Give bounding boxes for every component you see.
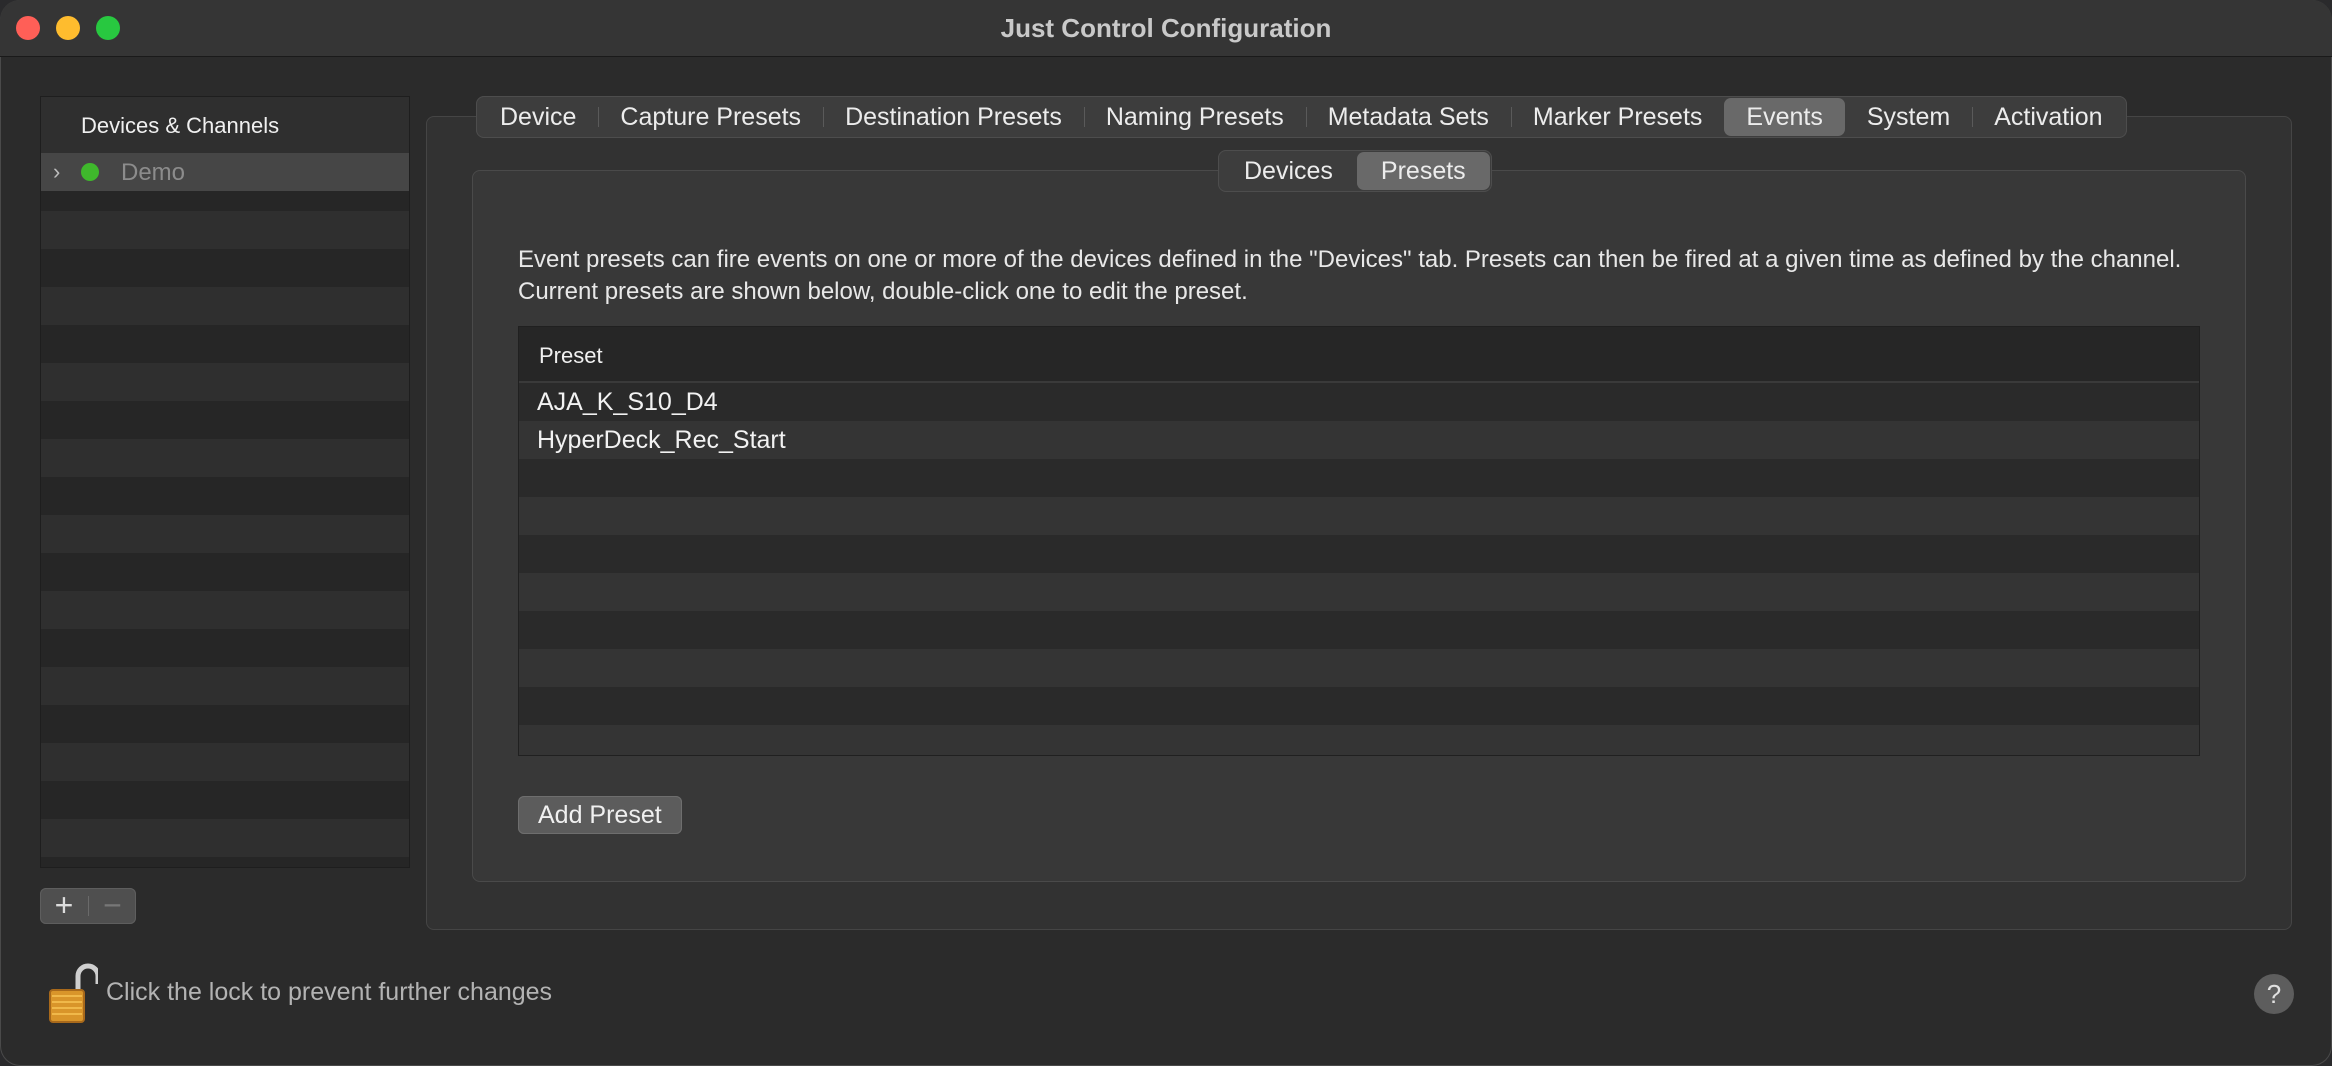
devices-channels-list: Devices & Channels › Demo bbox=[40, 96, 410, 868]
preset-name: HyperDeck_Rec_Start bbox=[537, 426, 786, 454]
remove-device-button[interactable]: − bbox=[89, 888, 136, 924]
subtab-presets[interactable]: Presets bbox=[1356, 152, 1490, 190]
tab-events[interactable]: Events bbox=[1724, 98, 1845, 136]
table-row[interactable]: HyperDeck_Rec_Start bbox=[519, 421, 2199, 459]
chevron-right-icon[interactable]: › bbox=[53, 159, 60, 185]
tab-destination-presets[interactable]: Destination Presets bbox=[823, 98, 1084, 136]
subtab-devices[interactable]: Devices bbox=[1220, 152, 1357, 190]
sidebar-header: Devices & Channels bbox=[81, 113, 280, 138]
title-bar: Just Control Configuration bbox=[0, 0, 2332, 57]
tab-activation[interactable]: Activation bbox=[1972, 98, 2124, 136]
lock-status-text: Click the lock to prevent further change… bbox=[106, 978, 553, 1006]
tab-system[interactable]: System bbox=[1845, 98, 1972, 136]
tab-capture-presets[interactable]: Capture Presets bbox=[598, 98, 823, 136]
sidebar-item-label: Demo bbox=[121, 159, 186, 186]
table-header: Preset bbox=[519, 327, 2199, 383]
preset-name: AJA_K_S10_D4 bbox=[537, 388, 718, 416]
presets-table[interactable]: Preset AJA_K_S10_D4 HyperDeck_Rec_Start bbox=[518, 326, 2200, 756]
add-remove-control: + − bbox=[40, 888, 136, 924]
tab-naming-presets[interactable]: Naming Presets bbox=[1083, 98, 1306, 136]
add-device-button[interactable]: + bbox=[40, 888, 88, 924]
tab-metadata-sets[interactable]: Metadata Sets bbox=[1305, 98, 1511, 136]
add-preset-button[interactable]: Add Preset bbox=[518, 796, 682, 834]
list-background bbox=[41, 135, 409, 867]
main-tab-bar: Device Capture Presets Destination Prese… bbox=[476, 96, 2127, 138]
column-header-preset[interactable]: Preset bbox=[539, 343, 603, 369]
lock-icon[interactable] bbox=[48, 962, 98, 1024]
tab-device[interactable]: Device bbox=[478, 98, 598, 136]
table-row[interactable]: AJA_K_S10_D4 bbox=[519, 383, 2199, 421]
status-dot-icon bbox=[81, 163, 99, 181]
app-window: Just Control Configuration Devices & Cha… bbox=[0, 0, 2332, 1066]
window-title: Just Control Configuration bbox=[1000, 13, 1332, 43]
table-body: AJA_K_S10_D4 HyperDeck_Rec_Start bbox=[519, 383, 2199, 755]
help-button[interactable]: ? bbox=[2254, 974, 2294, 1014]
tab-marker-presets[interactable]: Marker Presets bbox=[1510, 98, 1724, 136]
presets-description: Event presets can fire events on one or … bbox=[518, 246, 2182, 305]
events-sub-tab-bar: Devices Presets bbox=[1218, 150, 1492, 192]
sidebar-item-demo[interactable]: › Demo bbox=[41, 153, 409, 191]
